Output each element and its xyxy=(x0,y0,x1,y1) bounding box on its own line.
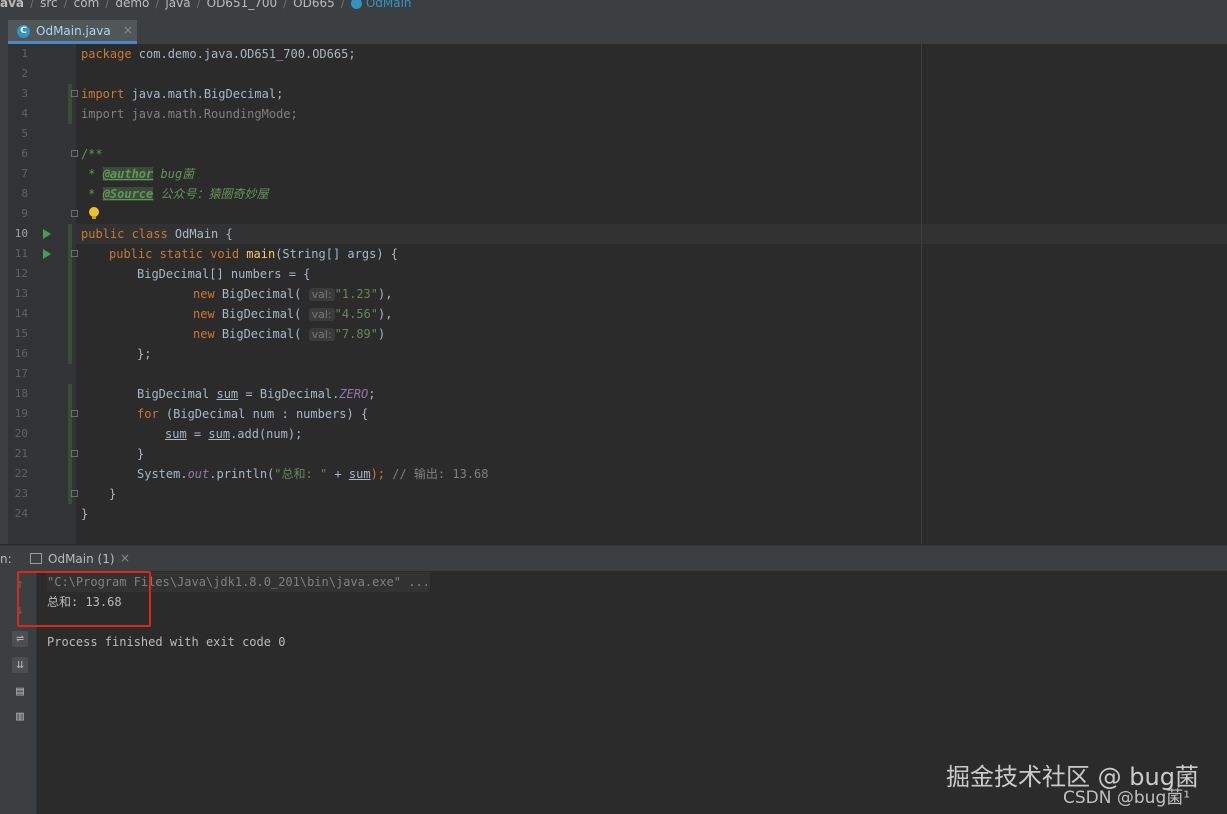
fold-icon[interactable] xyxy=(71,490,78,497)
line-number: 7 xyxy=(21,167,28,180)
code-line-7: * @author bug菌 xyxy=(81,167,195,181)
breadcrumb-separator: / xyxy=(283,0,288,10)
fold-icon[interactable] xyxy=(71,250,78,257)
code-line-16: }; xyxy=(137,347,152,361)
line-number: 19 xyxy=(14,407,28,420)
param-hint: val: xyxy=(308,308,335,321)
breadcrumb-item[interactable]: src xyxy=(40,0,58,9)
line-number: 17 xyxy=(14,367,28,380)
highlight-box xyxy=(17,571,151,627)
param-hint: val: xyxy=(308,288,335,301)
breadcrumb-item[interactable]: java xyxy=(165,0,190,9)
code-line-14: new BigDecimal( val: "4.56"), xyxy=(193,307,393,321)
line-number: 10 xyxy=(14,227,28,240)
print-icon[interactable]: ▤ xyxy=(12,684,28,700)
line-number: 14 xyxy=(14,307,28,320)
fold-icon[interactable] xyxy=(71,150,78,157)
breadcrumb-separator: / xyxy=(63,0,68,10)
code-line-15: new BigDecimal( val: "7.89") xyxy=(193,327,386,341)
line-number: 11 xyxy=(14,247,28,260)
fold-icon[interactable] xyxy=(71,210,78,217)
class-icon: C xyxy=(17,25,30,38)
breadcrumb-separator: / xyxy=(30,0,35,10)
tab-odmain-java[interactable]: C OdMain.java × xyxy=(8,20,137,44)
fold-icon[interactable] xyxy=(71,450,78,457)
class-icon xyxy=(350,0,362,9)
lightbulb-icon[interactable] xyxy=(89,207,99,219)
code-line-24: } xyxy=(81,507,89,521)
code-line-3: import java.math.BigDecimal; xyxy=(81,87,284,101)
breadcrumb-separator: / xyxy=(196,0,201,10)
side-tool-strip xyxy=(0,44,8,544)
line-number: 12 xyxy=(14,267,28,280)
scroll-to-end-icon[interactable]: ⇊ xyxy=(12,657,28,673)
code-line-19: for (BigDecimal num : numbers) { xyxy=(137,407,369,421)
line-number: 4 xyxy=(21,107,28,120)
trash-icon[interactable]: ▥ xyxy=(12,709,28,725)
line-number: 21 xyxy=(14,447,28,460)
caret-line-highlight xyxy=(76,224,1227,244)
line-number: 22 xyxy=(14,467,28,480)
code-line-22: System.out.println("总和: " + sum); // 输出:… xyxy=(137,467,489,481)
code-line-1: package com.demo.java.OD651_700.OD665; xyxy=(81,47,356,61)
editor-tab-bar: C OdMain.java × xyxy=(0,20,1227,45)
run-label: n: xyxy=(0,552,12,566)
run-gutter-icon[interactable] xyxy=(43,229,51,239)
code-line-21: } xyxy=(137,447,145,461)
line-number: 2 xyxy=(21,67,28,80)
tab-label: OdMain.java xyxy=(36,24,111,38)
breadcrumb-item[interactable]: OD651_700 xyxy=(207,0,278,9)
console-exit-line: Process finished with exit code 0 xyxy=(47,635,286,649)
right-margin-guide xyxy=(921,44,922,544)
code-line-18: BigDecimal sum = BigDecimal.ZERO; xyxy=(137,387,376,401)
close-icon[interactable]: × xyxy=(123,23,133,37)
code-line-20: sum = sum.add(num); xyxy=(165,427,303,441)
run-panel-header: n: OdMain (1) × xyxy=(0,545,1227,572)
code-line-12: BigDecimal[] numbers = { xyxy=(137,267,311,281)
console-icon xyxy=(30,553,42,564)
code-line-6: /** xyxy=(81,147,103,161)
param-hint: val: xyxy=(308,328,335,341)
vcs-change-marker xyxy=(68,384,72,504)
code-line-4: import java.math.RoundingMode; xyxy=(81,107,298,121)
code-line-8: * @Source 公众号：猿圈奇妙屋 xyxy=(81,187,269,201)
line-number: 20 xyxy=(14,427,28,440)
code-line-10: public class OdMain { xyxy=(81,227,233,241)
fold-icon[interactable] xyxy=(71,90,78,97)
breadcrumb-separator: / xyxy=(105,0,110,10)
breadcrumb-item[interactable]: com xyxy=(74,0,100,9)
watermark: CSDN @bug菌¹ xyxy=(1063,788,1191,808)
line-number: 24 xyxy=(14,507,28,520)
run-gutter-icon[interactable] xyxy=(43,249,51,259)
line-number: 5 xyxy=(21,127,28,140)
code-line-13: new BigDecimal( val: "1.23"), xyxy=(193,287,393,301)
line-number: 15 xyxy=(14,327,28,340)
fold-icon[interactable] xyxy=(71,410,78,417)
line-number: 16 xyxy=(14,347,28,360)
line-number: 1 xyxy=(21,47,28,60)
line-number: 18 xyxy=(14,387,28,400)
line-number: 8 xyxy=(21,187,28,200)
code-line-23: } xyxy=(109,487,117,501)
line-number: 9 xyxy=(21,207,28,220)
line-number: 13 xyxy=(14,287,28,300)
breadcrumb-item[interactable]: OD665 xyxy=(293,0,335,9)
line-number: 6 xyxy=(21,147,28,160)
tab-run-odmain[interactable]: OdMain (1) xyxy=(48,552,115,566)
soft-wrap-icon[interactable]: ⇌ xyxy=(12,631,28,647)
line-number: 3 xyxy=(21,87,28,100)
breadcrumb-item-current[interactable]: OdMain xyxy=(366,0,412,9)
line-number: 23 xyxy=(14,487,28,500)
breadcrumb-separator: / xyxy=(155,0,160,10)
vcs-change-marker xyxy=(68,224,72,364)
breadcrumb: ava / src / com / demo / java / OD651_700 / OD665 / Od… xyxy=(0,0,1227,20)
breadcrumb-item[interactable]: ava xyxy=(0,0,24,9)
breadcrumb-separator: / xyxy=(340,0,345,10)
breadcrumb-item[interactable]: demo xyxy=(115,0,149,9)
code-line-11: public static void main(String[] args) { xyxy=(109,247,399,261)
close-icon[interactable]: × xyxy=(120,551,130,565)
